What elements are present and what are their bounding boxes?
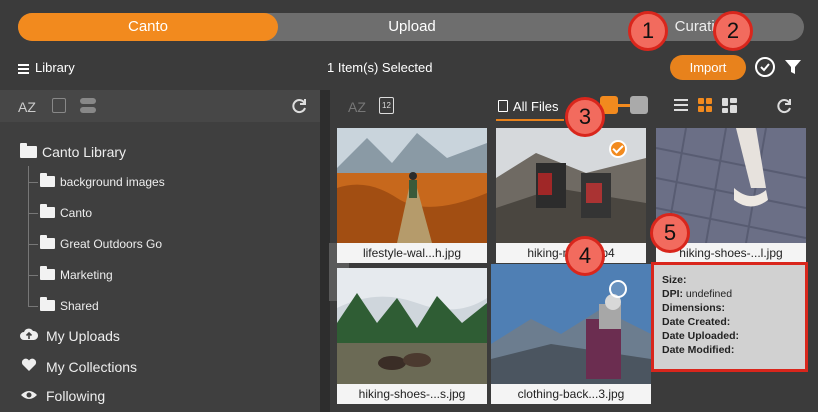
folder-canto[interactable]: Canto <box>28 204 93 220</box>
asset-card[interactable]: lifestyle-wal...h.jpg <box>337 128 487 263</box>
asset-thumbnail <box>337 128 487 243</box>
info-date-uploaded-row: Date Uploaded: <box>662 330 797 342</box>
info-dimensions-label: Dimensions: <box>662 302 726 314</box>
callout-4: 4 <box>565 236 605 276</box>
info-size-row: Size: <box>662 274 797 286</box>
folder-label: Great Outdoors Go <box>60 237 163 251</box>
library-menu-button[interactable]: Library <box>18 60 75 76</box>
asset-thumbnail <box>491 264 651 384</box>
folder-shared[interactable]: Shared <box>28 297 99 313</box>
callout-3: 3 <box>565 97 605 137</box>
folder-icon <box>40 235 55 249</box>
tree-root-canto-library[interactable]: Canto Library <box>20 143 127 160</box>
folder-icon <box>40 173 55 187</box>
folder-icon <box>40 266 55 280</box>
folder-label: Marketing <box>60 268 113 282</box>
asset-caption: clothing-back...3.jpg <box>491 384 651 404</box>
tab-canto[interactable]: Canto <box>18 13 278 41</box>
info-date-modified-label: Date Modified: <box>662 344 735 356</box>
sidebar-item-my-collections[interactable]: My Collections <box>20 358 137 375</box>
selected-check-icon[interactable] <box>609 140 627 158</box>
asset-card[interactable]: hiking-shoes-...s.jpg <box>337 268 487 404</box>
callout-1: 1 <box>628 11 668 51</box>
sidebar-item-my-uploads[interactable]: My Uploads <box>20 328 120 344</box>
callout-5: 5 <box>650 213 690 253</box>
folder-icon <box>20 143 37 158</box>
folder-icon <box>40 297 55 311</box>
unselected-check-icon[interactable] <box>609 280 627 298</box>
hamburger-icon <box>18 62 29 76</box>
asset-caption: lifestyle-wal...h.jpg <box>337 243 487 263</box>
eye-icon <box>20 388 38 404</box>
asset-info-popover: Size: DPI: undefined Dimensions: Date Cr… <box>651 262 808 372</box>
refresh-icon[interactable] <box>775 97 793 120</box>
grid-view-icon[interactable] <box>698 98 712 112</box>
document-icon <box>498 100 508 112</box>
folder-icon <box>40 204 55 218</box>
folder-great-outdoors-go[interactable]: Great Outdoors Go <box>28 235 163 251</box>
all-files-tab[interactable]: All Files <box>498 99 559 114</box>
heart-icon <box>20 358 38 375</box>
sidebar-toolbar: AZ <box>0 90 320 122</box>
all-files-label: All Files <box>513 99 559 114</box>
following-label: Following <box>46 388 106 404</box>
calendar-sort-icon[interactable] <box>52 98 66 113</box>
library-menu-label: Library <box>35 60 75 75</box>
import-button[interactable]: Import <box>670 55 746 80</box>
main-tab-bar: Canto Upload Curation <box>18 13 804 41</box>
info-dpi-row: DPI: undefined <box>662 288 797 300</box>
view-toggle-icon[interactable] <box>80 98 96 114</box>
info-date-created-label: Date Created: <box>662 316 731 328</box>
info-date-created-row: Date Created: <box>662 316 797 328</box>
info-dimensions-row: Dimensions: <box>662 302 797 314</box>
refresh-icon[interactable] <box>290 97 308 120</box>
masonry-view-icon[interactable] <box>722 98 737 113</box>
my-collections-label: My Collections <box>46 359 138 375</box>
folder-background-images[interactable]: background images <box>28 173 165 189</box>
active-tab-underline <box>496 119 564 121</box>
folder-label: background images <box>60 175 165 189</box>
selection-count: 1 Item(s) Selected <box>327 60 433 75</box>
folder-label: Shared <box>60 299 99 313</box>
select-all-check-icon[interactable] <box>755 57 775 77</box>
folder-marketing[interactable]: Marketing <box>28 266 113 282</box>
info-dpi-label: DPI: <box>662 288 683 300</box>
sidebar: AZ Canto Library background images Canto… <box>0 90 320 412</box>
my-uploads-label: My Uploads <box>46 328 120 344</box>
sort-az-button[interactable]: AZ <box>18 99 36 115</box>
filter-icon[interactable] <box>784 58 802 81</box>
tree-root-label: Canto Library <box>42 144 127 160</box>
sidebar-item-following[interactable]: Following <box>20 388 105 404</box>
callout-2: 2 <box>713 11 753 51</box>
tab-upload[interactable]: Upload <box>278 13 546 41</box>
header-bar: Library 1 Item(s) Selected Import <box>0 48 818 88</box>
info-dpi-value: undefined <box>685 288 733 300</box>
folder-label: Canto <box>60 206 93 220</box>
list-view-icon[interactable] <box>674 99 688 114</box>
info-date-uploaded-label: Date Uploaded: <box>662 330 740 342</box>
asset-caption: hiking-shoes-...s.jpg <box>337 384 487 404</box>
asset-card[interactable]: clothing-back...3.jpg <box>491 264 651 404</box>
calendar-icon[interactable]: 12 <box>379 97 394 114</box>
info-size-label: Size: <box>662 274 687 286</box>
sort-az-button[interactable]: AZ <box>348 99 366 115</box>
asset-thumbnail <box>337 268 487 384</box>
cloud-upload-icon <box>20 328 39 344</box>
info-date-modified-row: Date Modified: <box>662 344 797 356</box>
